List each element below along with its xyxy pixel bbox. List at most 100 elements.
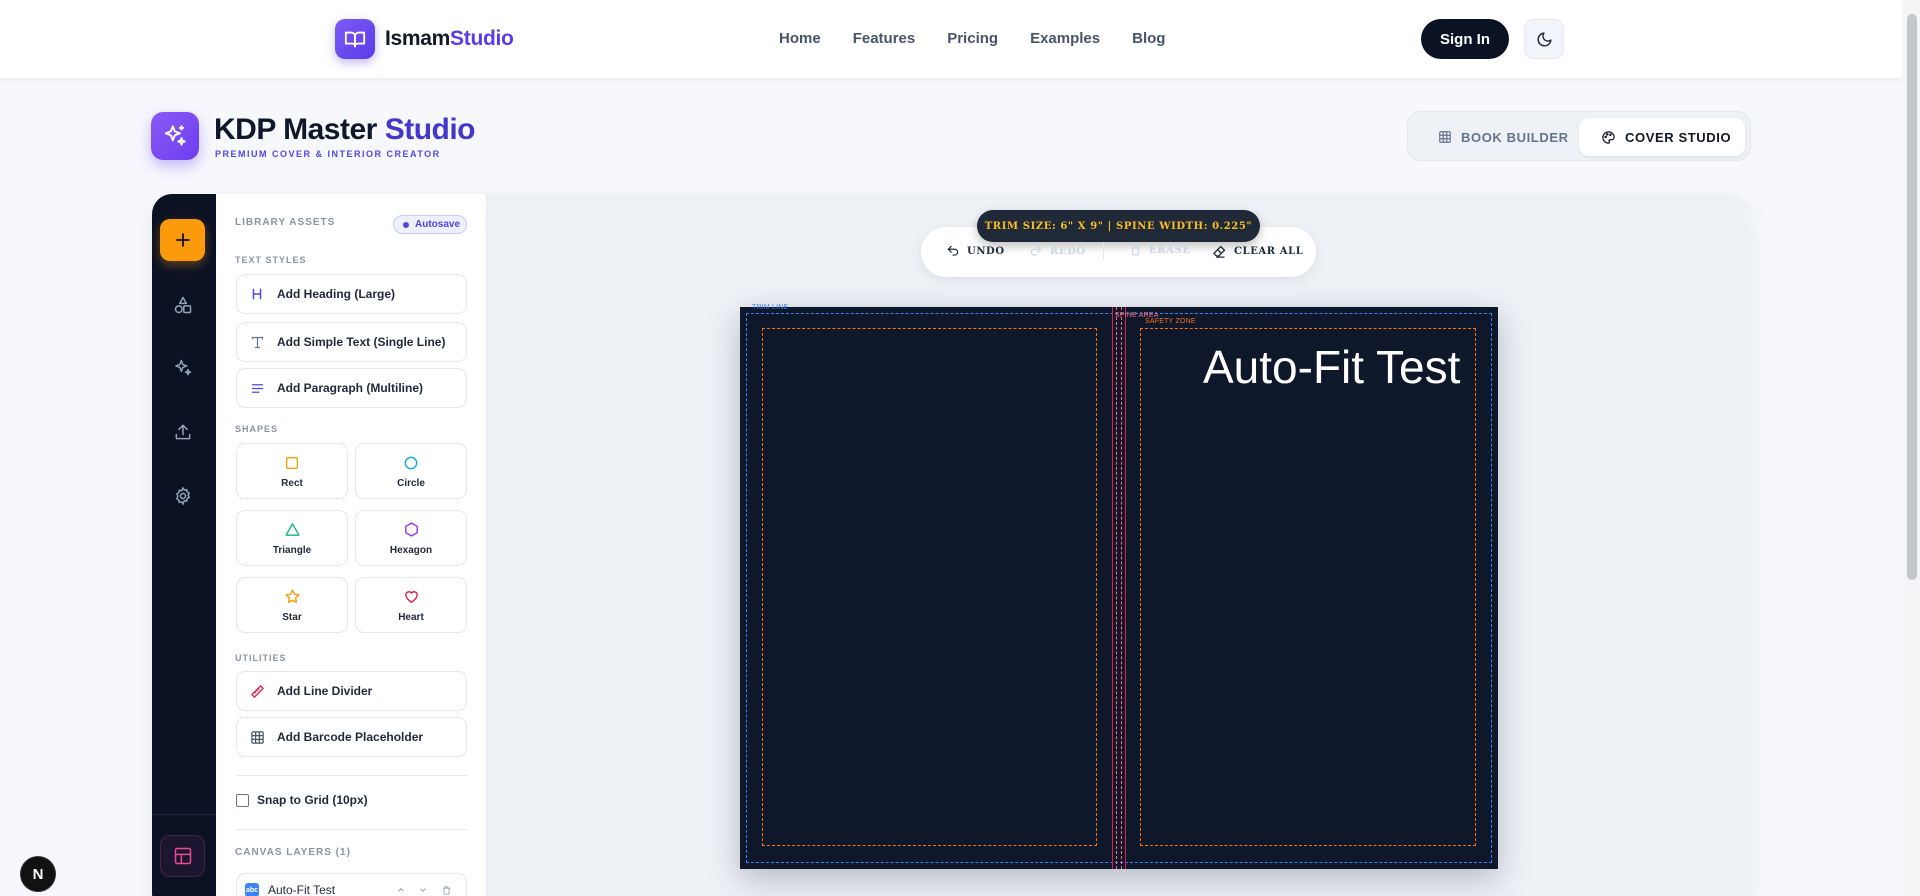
safety-zone-label: SAFETY ZONE xyxy=(1145,318,1196,325)
erase-button[interactable]: ERASE xyxy=(1129,244,1191,257)
layout-icon xyxy=(174,847,191,865)
book-builder-label: BOOK BUILDER xyxy=(1461,129,1569,145)
dev-tools-badge[interactable]: N xyxy=(20,856,56,892)
spine-inner-left xyxy=(1116,307,1117,869)
clear-all-label: CLEAR ALL xyxy=(1234,246,1304,257)
erase-label: ERASE xyxy=(1149,245,1191,256)
text-layer-icon: abc xyxy=(245,883,259,896)
shape-circle-button[interactable]: Circle xyxy=(355,443,467,499)
undo-label: UNDO xyxy=(967,245,1005,257)
add-heading-button[interactable]: Add Heading (Large) xyxy=(236,274,467,314)
triangle-icon xyxy=(284,521,301,539)
cover-studio-tab[interactable]: COVER STUDIO xyxy=(1579,118,1745,156)
autosave-label: Autosave xyxy=(415,219,461,230)
chevron-down-icon[interactable] xyxy=(416,883,430,896)
grid-icon xyxy=(1439,131,1451,143)
checkbox-box[interactable] xyxy=(236,793,249,807)
add-line-divider-button[interactable]: Add Line Divider xyxy=(236,671,467,711)
theme-toggle-button[interactable] xyxy=(1524,19,1564,59)
layer-item[interactable]: abc Auto-Fit Test xyxy=(236,873,467,896)
add-paragraph-label: Add Paragraph (Multiline) xyxy=(277,381,424,395)
chevron-up-icon[interactable] xyxy=(394,883,408,896)
trash-icon xyxy=(1131,245,1140,256)
undo-button[interactable]: UNDO xyxy=(946,244,1005,258)
front-cover-safe-zone xyxy=(1140,328,1476,846)
library-assets-label: LIBRARY ASSETS xyxy=(235,217,336,228)
shape-heart-button[interactable]: Heart xyxy=(355,577,467,633)
add-line-divider-label: Add Line Divider xyxy=(277,684,373,698)
nav-link-examples[interactable]: Examples xyxy=(1030,30,1100,47)
page-scrollbar-thumb[interactable] xyxy=(1907,14,1917,580)
add-barcode-button[interactable]: Add Barcode Placeholder xyxy=(236,717,467,757)
sign-in-button[interactable]: Sign In xyxy=(1421,19,1509,59)
hexagon-icon xyxy=(403,521,420,539)
rail-divider xyxy=(152,814,216,815)
paragraph-icon xyxy=(249,380,265,396)
mode-switch: BOOK BUILDER COVER STUDIO xyxy=(1407,111,1751,161)
book-icon xyxy=(335,19,375,59)
book-builder-tab[interactable]: BOOK BUILDER xyxy=(1438,118,1569,156)
shape-star-button[interactable]: Star xyxy=(236,577,348,633)
circle-icon xyxy=(403,454,419,472)
shape-heart-label: Heart xyxy=(398,611,424,623)
nav-link-blog[interactable]: Blog xyxy=(1132,30,1165,47)
page-title-part2: Studio xyxy=(384,113,476,146)
upload-tool-button[interactable] xyxy=(172,421,194,443)
shape-triangle-button[interactable]: Triangle xyxy=(236,510,348,566)
snap-to-grid-label: Snap to Grid (10px) xyxy=(257,793,368,807)
snap-to-grid-checkbox[interactable]: Snap to Grid (10px) xyxy=(236,793,368,807)
shape-rect-label: Rect xyxy=(281,477,303,489)
redo-label: REDO xyxy=(1050,245,1086,257)
settings-tool-button[interactable] xyxy=(172,485,194,507)
shape-triangle-label: Triangle xyxy=(272,544,312,556)
redo-button[interactable]: REDO xyxy=(1029,244,1086,258)
cover-studio-label: COVER STUDIO xyxy=(1625,129,1732,145)
add-simple-text-label: Add Simple Text (Single Line) xyxy=(277,335,446,349)
trash-icon[interactable] xyxy=(439,883,453,896)
layers-toggle-button[interactable] xyxy=(160,835,205,877)
add-element-button[interactable] xyxy=(160,219,205,261)
ai-tool-button[interactable] xyxy=(172,357,194,379)
panel-divider xyxy=(236,775,467,776)
spine-edge-right xyxy=(1125,307,1126,869)
autosave-badge: Autosave xyxy=(393,215,467,234)
heart-icon xyxy=(403,588,420,606)
trim-line-label: TRIM LINE xyxy=(752,304,789,311)
text-styles-label: TEXT STYLES xyxy=(235,255,307,265)
back-cover-safe-zone xyxy=(762,328,1097,846)
palette-icon xyxy=(1602,130,1615,144)
spine-edge-left xyxy=(1112,307,1113,869)
shapes-icon xyxy=(174,296,192,314)
clear-all-button[interactable]: CLEAR ALL xyxy=(1212,244,1303,259)
nav-link-features[interactable]: Features xyxy=(853,30,916,47)
shapes-label: SHAPES xyxy=(235,424,279,434)
brand-link[interactable]: IsmamStudio xyxy=(335,19,514,59)
sparkles-icon xyxy=(175,359,192,376)
plus-icon xyxy=(175,233,190,247)
add-heading-label: Add Heading (Large) xyxy=(277,287,396,301)
toolbar-divider xyxy=(1103,242,1104,260)
cover-text-element[interactable]: Auto-Fit Test xyxy=(1203,340,1460,394)
add-paragraph-button[interactable]: Add Paragraph (Multiline) xyxy=(236,368,467,408)
type-icon xyxy=(249,334,265,350)
shape-rect-button[interactable]: Rect xyxy=(236,443,348,499)
square-icon xyxy=(284,454,300,472)
brand-name-part1: Ismam xyxy=(385,27,451,50)
autosave-dot xyxy=(403,221,409,228)
shape-circle-label: Circle xyxy=(397,477,425,489)
shape-hexagon-label: Hexagon xyxy=(389,544,433,556)
shapes-tool-button[interactable] xyxy=(172,294,194,316)
heading-icon xyxy=(249,286,265,302)
canvas-layers-label: CANVAS LAYERS (1) xyxy=(235,847,351,858)
nav-link-pricing[interactable]: Pricing xyxy=(947,30,998,47)
upload-icon xyxy=(175,424,191,440)
spine-inner-right xyxy=(1121,307,1122,869)
layer-name: Auto-Fit Test xyxy=(268,883,336,896)
nav-link-home[interactable]: Home xyxy=(779,30,821,47)
page-title: KDP Master Studio xyxy=(214,113,476,147)
shape-hexagon-button[interactable]: Hexagon xyxy=(355,510,467,566)
ruler-icon xyxy=(249,683,265,699)
page-title-part1: KDP Master xyxy=(214,113,377,146)
add-simple-text-button[interactable]: Add Simple Text (Single Line) xyxy=(236,322,467,362)
utilities-label: UTILITIES xyxy=(235,653,287,663)
